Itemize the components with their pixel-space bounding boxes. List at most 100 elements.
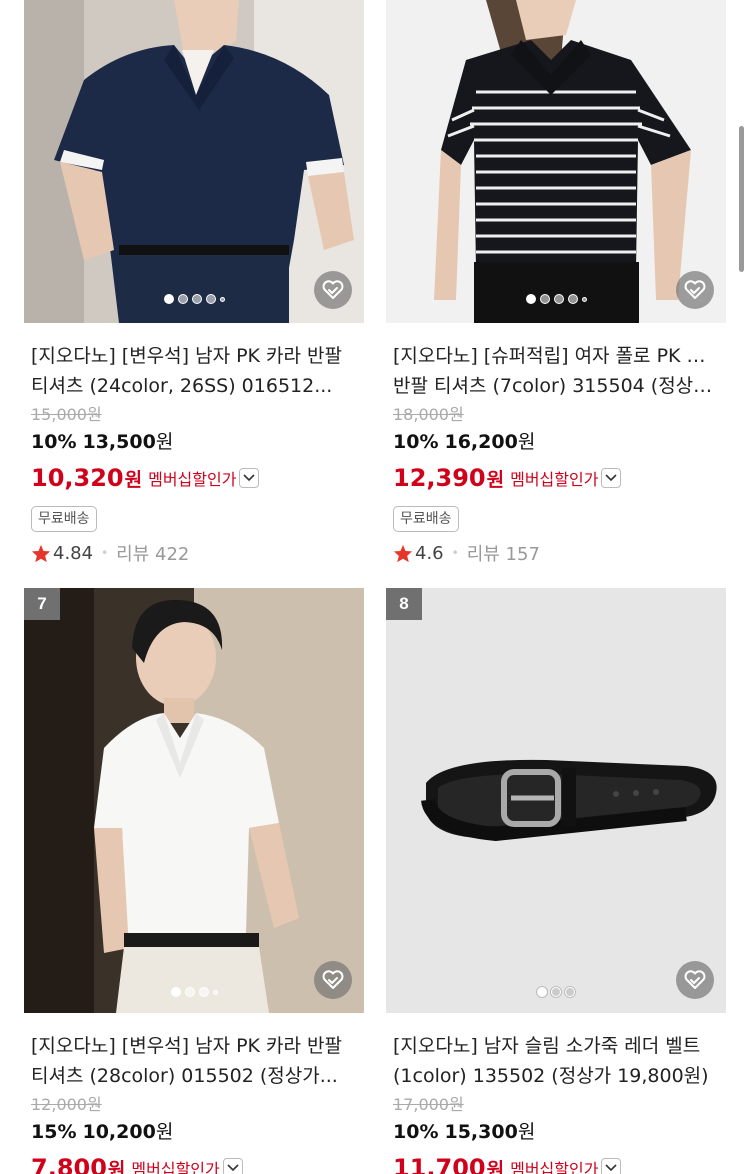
- free-shipping-badge: 무료배송: [31, 506, 97, 532]
- member-price-label: 멤버십할인가: [131, 1160, 220, 1174]
- sale-price-row: 15% 10,200원: [24, 1116, 365, 1148]
- review-count[interactable]: 리뷰 422: [116, 540, 189, 566]
- product-title-line1: [지오다노] [변우석] 남자 PK 카라 반팔: [31, 345, 343, 367]
- product-image[interactable]: 8: [386, 588, 726, 1013]
- member-price-expand-button[interactable]: [239, 468, 260, 488]
- currency-unit: 원: [517, 431, 536, 453]
- pagination-dot[interactable]: [205, 294, 216, 304]
- member-price-expand-button[interactable]: [601, 1158, 622, 1174]
- pagination-dot[interactable]: [537, 987, 547, 997]
- separator: •: [451, 546, 459, 560]
- wishlist-button[interactable]: [314, 271, 352, 309]
- rating-score: 4.84: [53, 542, 94, 564]
- sale-price-row: 10% 13,500원: [24, 426, 365, 458]
- image-pagination-dots: [386, 294, 726, 304]
- pagination-dot[interactable]: [567, 294, 578, 304]
- pagination-dot[interactable]: [553, 294, 564, 304]
- member-price: 12,390: [393, 464, 486, 492]
- member-price-expand-button[interactable]: [222, 1158, 243, 1174]
- pagination-dot[interactable]: [198, 987, 209, 997]
- pagination-dot[interactable]: [163, 294, 174, 304]
- member-price-expand-button[interactable]: [601, 468, 622, 488]
- original-price: 15,000원: [31, 405, 102, 424]
- discount-percent: 10%: [393, 431, 439, 453]
- pagination-dot[interactable]: [525, 294, 536, 304]
- product-title-line1: [지오다노] 남자 슬림 소가죽 레더 벨트: [393, 1035, 701, 1057]
- original-price: 18,000원: [393, 405, 464, 424]
- wishlist-button[interactable]: [676, 961, 714, 999]
- scrollbar[interactable]: [739, 126, 744, 272]
- product-card[interactable]: 8 [지오다노] 남자 슬림 소가죽 레더 벨트 (1color) 135502…: [386, 588, 727, 1174]
- product-title-line2: 티셔츠 (28color) 015502 (정상가...: [31, 1065, 338, 1087]
- product-title-line2: 티셔츠 (24color, 26SS) 016512...: [31, 375, 333, 397]
- currency-unit: 원: [486, 1158, 505, 1174]
- pagination-dot[interactable]: [191, 294, 202, 304]
- sale-price-row: 10% 16,200원: [386, 426, 727, 458]
- chevron-down-icon: [243, 474, 256, 482]
- pagination-dot[interactable]: [565, 987, 575, 997]
- leather-belt-image: [386, 588, 726, 1013]
- image-pagination-dots: [24, 987, 364, 997]
- model-navy-polo-image: [24, 0, 364, 323]
- original-price: 17,000원: [393, 1095, 464, 1114]
- sale-price: 15,300: [444, 1121, 518, 1143]
- member-price-row: 11,700 원 멤버십할인가: [386, 1148, 727, 1174]
- product-image[interactable]: 7: [24, 588, 364, 1013]
- product-image[interactable]: [24, 0, 364, 323]
- wishlist-button[interactable]: [676, 271, 714, 309]
- heart-check-icon: [322, 970, 344, 989]
- pagination-dot[interactable]: [184, 987, 195, 997]
- member-price: 7,800: [31, 1154, 107, 1174]
- product-card[interactable]: 7 [지오다노] [변우석] 남자 PK 카라 반팔 티셔츠 (28color)…: [24, 588, 365, 1174]
- rank-badge: 7: [24, 588, 60, 620]
- chevron-down-icon: [227, 1164, 239, 1172]
- pagination-dot[interactable]: [551, 987, 561, 997]
- rating-score: 4.6: [415, 542, 444, 564]
- chevron-down-icon: [605, 474, 618, 482]
- separator: •: [101, 546, 109, 560]
- pagination-dot[interactable]: [219, 296, 225, 302]
- chevron-down-icon: [605, 1164, 618, 1172]
- pagination-dot[interactable]: [170, 987, 181, 997]
- currency-unit: 원: [124, 468, 143, 491]
- currency-unit: 원: [107, 1158, 126, 1174]
- heart-check-icon: [322, 280, 344, 299]
- review-count[interactable]: 리뷰 157: [467, 540, 540, 566]
- product-card[interactable]: [지오다노] [변우석] 남자 PK 카라 반팔 티셔츠 (24color, 2…: [24, 0, 365, 566]
- sale-price: 13,500: [82, 431, 156, 453]
- product-title-line1: [지오다노] [변우석] 남자 PK 카라 반팔: [31, 1035, 343, 1057]
- currency-unit: 원: [155, 1121, 174, 1143]
- member-price: 10,320: [31, 464, 124, 492]
- discount-percent: 15%: [31, 1121, 77, 1143]
- image-pagination-dots: [24, 294, 364, 304]
- member-price-row: 10,320 원 멤버십할인가: [24, 458, 365, 498]
- product-image[interactable]: [386, 0, 726, 323]
- member-price-label: 멤버십할인가: [510, 470, 599, 489]
- product-title[interactable]: [지오다노] [변우석] 남자 PK 카라 반팔 티셔츠 (24color, 2…: [24, 341, 365, 401]
- product-card[interactable]: [지오다노] [슈퍼적립] 여자 폴로 PK 카라 반팔 티셔츠 (7color…: [386, 0, 727, 566]
- sale-price: 10,200: [82, 1121, 156, 1143]
- star-icon: [31, 544, 51, 562]
- product-title[interactable]: [지오다노] [변우석] 남자 PK 카라 반팔 티셔츠 (28color) 0…: [24, 1031, 365, 1091]
- product-title-line2: (1color) 135502 (정상가 19,800원): [393, 1065, 709, 1087]
- discount-percent: 10%: [31, 431, 77, 453]
- product-title-line2: 반팔 티셔츠 (7color) 315504 (정상가...: [393, 375, 721, 397]
- pagination-dot[interactable]: [581, 296, 587, 302]
- member-price: 11,700: [393, 1154, 486, 1174]
- pagination-dot[interactable]: [539, 294, 550, 304]
- currency-unit: 원: [517, 1121, 536, 1143]
- pagination-dot[interactable]: [177, 294, 188, 304]
- rank-badge: 8: [386, 588, 422, 620]
- member-price-label: 멤버십할인가: [510, 1160, 599, 1174]
- rating-row: 4.84 • 리뷰 422: [24, 540, 365, 566]
- image-pagination-dots: [386, 987, 726, 997]
- product-title[interactable]: [지오다노] [슈퍼적립] 여자 폴로 PK 카라 반팔 티셔츠 (7color…: [386, 341, 727, 401]
- model-striped-polo-image: [386, 0, 726, 323]
- product-title[interactable]: [지오다노] 남자 슬림 소가죽 레더 벨트 (1color) 135502 (…: [386, 1031, 727, 1091]
- pagination-dot[interactable]: [212, 989, 218, 995]
- member-price-row: 7,800 원 멤버십할인가: [24, 1148, 365, 1174]
- heart-check-icon: [684, 280, 706, 299]
- original-price: 12,000원: [31, 1095, 102, 1114]
- currency-unit: 원: [486, 468, 505, 491]
- wishlist-button[interactable]: [314, 961, 352, 999]
